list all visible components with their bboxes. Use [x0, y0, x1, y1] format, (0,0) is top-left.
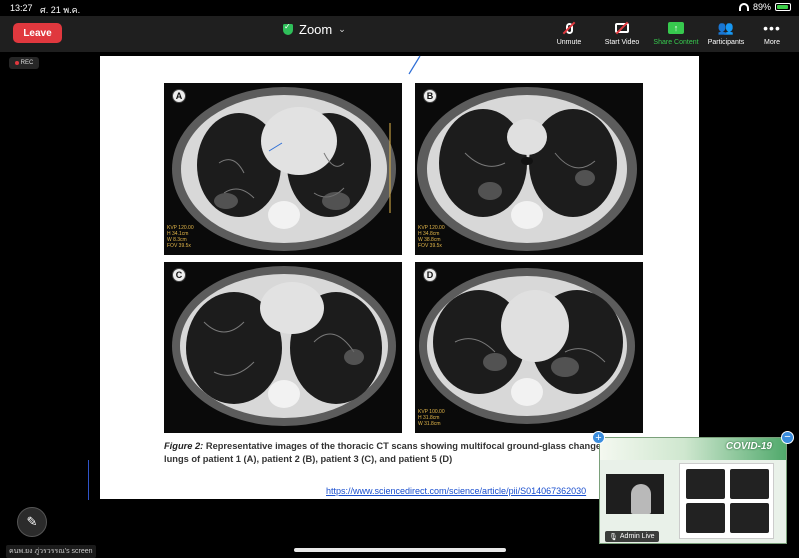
annotation-line [88, 460, 89, 500]
status-time: 13:27 [10, 3, 33, 13]
panel-label-b: B [423, 89, 437, 103]
battery-percent: 89% [752, 2, 771, 12]
panel-label-d: D [423, 268, 437, 282]
zoom-meeting-screen: 13:27 ศ. 21 พ.ค. 89% Leave Zoom ⌄ Unmute… [0, 0, 799, 558]
share-content-button[interactable]: ↑ Share Content [648, 19, 704, 46]
meeting-title-dropdown[interactable]: Zoom ⌄ [283, 22, 346, 37]
unmute-label: Unmute [556, 39, 582, 46]
share-screen-icon: ↑ [668, 22, 684, 34]
annotate-button[interactable]: ✎ [17, 507, 47, 537]
ct-scan-panel-b: B KVP 120.00 H 34.8cm W 38.8cm FOV 39.5x [415, 83, 643, 255]
ct-scan-grid: A KVP 120.00H 34.1cmW 8.3cmFOV 39.5x [164, 83, 643, 433]
battery-icon [775, 3, 791, 11]
figure-label: Figure 2: [164, 441, 204, 451]
thumbnail-slide-preview [679, 463, 774, 539]
screen-share-owner-label: คนพ.ยง ภู่วรวรรณ's screen [6, 545, 96, 558]
more-dots-icon: ••• [763, 20, 781, 36]
start-video-button[interactable]: Start Video [594, 19, 650, 46]
more-label: More [764, 39, 780, 46]
ct-scan-panel-d: D KVP 100.00 H 31.8cm W 31.8cm [415, 262, 643, 433]
wifi-icon [738, 3, 749, 11]
panel-label-c: C [172, 268, 186, 282]
participants-label: Participants [707, 39, 745, 46]
participants-icon: 👥 [717, 20, 735, 35]
floating-video-thumbnail[interactable]: COVID-19 🎙 Admin Live [599, 437, 787, 544]
recording-label: REC [20, 60, 34, 66]
figure-caption: Figure 2: Representative images of the t… [164, 440, 624, 466]
thumbnail-minimize-button[interactable]: − [781, 431, 794, 444]
source-link[interactable]: https://www.sciencedirect.com/science/ar… [326, 486, 586, 496]
start-video-label: Start Video [604, 39, 640, 46]
scan-meta-b: KVP 120.00 H 34.8cm W 38.8cm FOV 39.5x [418, 225, 445, 249]
ct-scan-panel-a: A KVP 120.00 H 34.1cm W 8.3cm FOV 39.5x [164, 83, 402, 255]
participant-name-tag: 🎙 Admin Live [605, 531, 659, 542]
meeting-toolbar: Leave Zoom ⌄ Unmute Start Video ↑ Share … [0, 16, 799, 52]
scan-meta-a: KVP 120.00 H 34.1cm W 8.3cm FOV 39.5x [167, 225, 194, 249]
ct-scan-panel-c: C [164, 262, 402, 433]
figure-caption-line2: lungs of patient 1 (A), patient 2 (B), p… [164, 454, 453, 464]
recording-badge: REC [9, 57, 39, 69]
participant-silhouette [631, 484, 651, 514]
meeting-title: Zoom [299, 22, 333, 37]
thumbnail-title: COVID-19 [725, 441, 772, 452]
pencil-icon: ✎ [26, 514, 38, 529]
chevron-down-icon: ⌄ [338, 24, 346, 34]
record-dot-icon [14, 61, 19, 65]
participant-name: Admin Live [619, 533, 655, 540]
more-button[interactable]: ••• More [744, 19, 799, 46]
leave-button[interactable]: Leave [13, 23, 62, 43]
shared-screen-content: A KVP 120.00H 34.1cmW 8.3cmFOV 39.5x [100, 55, 699, 499]
microphone-icon: 🎙 [609, 533, 618, 541]
status-right-cluster: 89% [738, 2, 791, 12]
annotation-stroke [408, 55, 421, 75]
ios-status-bar: 13:27 ศ. 21 พ.ค. 89% [0, 0, 799, 16]
encryption-shield-icon [283, 22, 293, 35]
unmute-button[interactable]: Unmute [541, 19, 597, 46]
figure-caption-text: Representative images of the thoracic CT… [205, 441, 602, 451]
thumbnail-expand-button[interactable]: + [592, 431, 605, 444]
participant-video [606, 474, 664, 514]
share-content-label: Share Content [653, 39, 699, 46]
panel-label-a: A [172, 89, 186, 103]
scan-meta-d: KVP 100.00 H 31.8cm W 31.8cm [418, 409, 445, 427]
home-indicator[interactable] [294, 548, 506, 552]
status-date: ศ. 21 พ.ค. [40, 5, 81, 15]
